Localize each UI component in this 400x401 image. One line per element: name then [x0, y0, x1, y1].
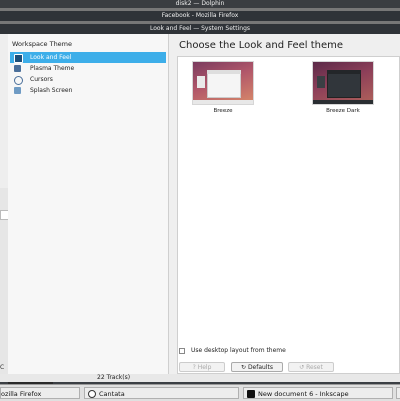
- reset-button-label: Reset: [306, 364, 323, 371]
- sidebar-item-label: Splash Screen: [30, 87, 73, 94]
- settings-sidebar: Workspace Theme Look and Feel Plasma The…: [8, 34, 169, 374]
- sidebar-item-label: Look and Feel: [30, 54, 72, 61]
- track-count: 22 Track(s): [97, 374, 131, 381]
- theme-grid: Breeze Breeze Dark: [177, 56, 400, 374]
- help-button[interactable]: ? Help: [179, 362, 225, 372]
- defaults-button[interactable]: ↻ Defaults: [231, 362, 283, 372]
- desktop-layout-label: Use desktop layout from theme: [191, 347, 286, 354]
- theme-name: Breeze: [213, 108, 233, 114]
- dolphin-titlebar[interactable]: disk2 — Dolphin: [0, 0, 400, 8]
- cursors-icon: [14, 76, 23, 85]
- sidebar-title: Workspace Theme: [12, 40, 73, 48]
- desktop-layout-checkbox[interactable]: [179, 348, 185, 354]
- help-button-label: Help: [197, 364, 212, 371]
- sidebar-item-cursors[interactable]: Cursors: [10, 74, 166, 85]
- cantata-icon: [88, 390, 96, 398]
- reset-button[interactable]: ↺ Reset: [288, 362, 334, 372]
- splash-screen-icon: [14, 87, 21, 94]
- plasma-theme-icon: [14, 65, 21, 72]
- background-statusbar: [0, 374, 400, 382]
- sidebar-item-plasma-theme[interactable]: Plasma Theme: [10, 63, 166, 74]
- settings-titlebar[interactable]: Look and Feel — System Settings: [0, 24, 400, 34]
- defaults-icon: ↻: [241, 364, 248, 371]
- settings-title: Look and Feel — System Settings: [149, 25, 251, 32]
- background-window-letter: C: [0, 364, 5, 371]
- task-overflow[interactable]: [396, 387, 400, 399]
- theme-card-breeze[interactable]: Breeze: [192, 61, 254, 116]
- inkscape-icon: [247, 390, 255, 398]
- background-window-top: [0, 34, 8, 188]
- theme-card-breeze-dark[interactable]: Breeze Dark: [312, 61, 374, 116]
- theme-preview-breeze-dark: [312, 61, 374, 105]
- taskbar: ozilla Firefox Cantata New document 6 - …: [0, 384, 400, 401]
- task-label: New document 6 - Inkscape: [258, 390, 349, 398]
- page-title: Choose the Look and Feel theme: [179, 40, 344, 51]
- firefox-title: Facebook - Mozilla Firefox: [161, 12, 239, 19]
- sidebar-item-splash-screen[interactable]: Splash Screen: [10, 85, 166, 96]
- look-and-feel-page: Choose the Look and Feel theme Breeze Br…: [169, 34, 400, 374]
- task-label: Cantata: [99, 390, 125, 398]
- dolphin-title: disk2 — Dolphin: [175, 0, 225, 7]
- task-inkscape[interactable]: New document 6 - Inkscape: [243, 387, 393, 399]
- firefox-titlebar[interactable]: Facebook - Mozilla Firefox: [0, 11, 400, 21]
- theme-preview-breeze: [192, 61, 254, 105]
- task-cantata[interactable]: Cantata: [84, 387, 239, 399]
- sidebar-item-look-and-feel[interactable]: Look and Feel: [10, 52, 166, 63]
- sidebar-item-label: Plasma Theme: [30, 65, 75, 72]
- task-label: ozilla Firefox: [1, 390, 42, 398]
- look-and-feel-icon: [14, 54, 23, 63]
- task-firefox[interactable]: ozilla Firefox: [0, 387, 80, 399]
- theme-name: Breeze Dark: [326, 108, 360, 114]
- defaults-button-label: Defaults: [247, 364, 273, 371]
- sidebar-item-label: Cursors: [30, 76, 53, 83]
